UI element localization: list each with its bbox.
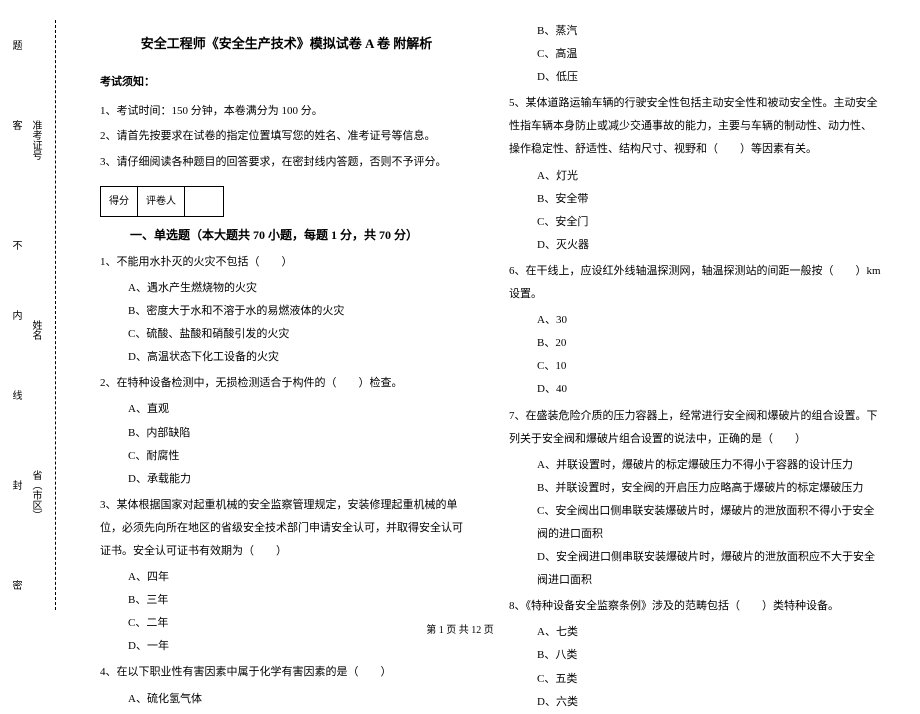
binding-dashed-line <box>55 20 56 610</box>
exam-title: 安全工程师《安全生产技术》模拟试卷 A 卷 附解析 <box>100 30 473 57</box>
content-columns: 安全工程师《安全生产技术》模拟试卷 A 卷 附解析 考试须知： 1、考试时间：1… <box>70 20 920 610</box>
option: A、灯光 <box>537 165 882 188</box>
question-8: 8、《特种设备安全监察条例》涉及的范畴包括（ ）类特种设备。 <box>509 595 882 618</box>
question-6: 6、在干线上，应设红外线轴温探测网，轴温探测站的间距一般按（ ）km 设置。 <box>509 260 882 306</box>
right-column: B、蒸汽 C、高温 D、低压 5、某体道路运输车辆的行驶安全性包括主动安全性和被… <box>491 20 900 610</box>
option: A、遇水产生燃烧物的火灾 <box>128 277 473 300</box>
option: C、安全阀出口侧串联安装爆破片时，爆破片的泄放面积不得小于安全阀的进口面积 <box>537 500 882 546</box>
option: B、密度大于水和不溶于水的易燃液体的火灾 <box>128 300 473 323</box>
option: D、40 <box>537 378 882 401</box>
option: B、安全带 <box>537 188 882 211</box>
option: D、承载能力 <box>128 468 473 491</box>
question-1: 1、不能用水扑灭的火灾不包括（ ） <box>100 251 473 274</box>
option: C、安全门 <box>537 211 882 234</box>
seal-char-ti: 题 <box>8 40 23 52</box>
option: C、高温 <box>537 43 882 66</box>
question-7: 7、在盛装危险介质的压力容器上，经常进行安全阀和爆破片的组合设置。下列关于安全阀… <box>509 405 882 451</box>
option: C、10 <box>537 355 882 378</box>
option: C、五类 <box>537 668 882 691</box>
option: D、安全阀进口侧串联安装爆破片时，爆破片的泄放面积应不大于安全阀进口面积 <box>537 546 882 592</box>
option: C、硫酸、盐酸和硝酸引发的火灾 <box>128 323 473 346</box>
binding-gutter: 密 封 线 内 不 客 题 省（市区） 姓名 准考证号 <box>0 20 70 610</box>
option: A、四年 <box>128 566 473 589</box>
seal-char-xian: 线 <box>8 390 23 402</box>
field-ticket: 准考证号 <box>28 120 43 160</box>
field-name: 姓名 <box>28 320 43 340</box>
section-1-heading: 一、单选题（本大题共 70 小题，每题 1 分，共 70 分） <box>130 223 418 248</box>
left-column: 安全工程师《安全生产技术》模拟试卷 A 卷 附解析 考试须知： 1、考试时间：1… <box>70 20 491 610</box>
score-label: 得分 <box>101 187 138 216</box>
seal-char-feng: 封 <box>8 480 23 492</box>
option: B、内部缺陷 <box>128 422 473 445</box>
option: A、直观 <box>128 398 473 421</box>
option: B、并联设置时，安全阀的开启压力应略高于爆破片的标定爆破压力 <box>537 477 882 500</box>
question-3: 3、某体根据国家对起重机械的安全监察管理规定，安装修理起重机械的单位，必须先向所… <box>100 494 473 563</box>
option: D、六类 <box>537 691 882 714</box>
notice-heading: 考试须知： <box>100 71 473 94</box>
score-blank <box>185 187 223 216</box>
question-4: 4、在以下职业性有害因素中属于化学有害因素的是（ ） <box>100 661 473 684</box>
option: C、耐腐性 <box>128 445 473 468</box>
score-box: 得分 评卷人 <box>100 186 224 217</box>
option: D、低压 <box>537 66 882 89</box>
option: D、一年 <box>128 635 473 658</box>
notice-item: 2、请首先按要求在试卷的指定位置填写您的姓名、准考证号等信息。 <box>100 125 473 148</box>
option: D、灭火器 <box>537 234 882 257</box>
grader-label: 评卷人 <box>138 187 185 216</box>
option: A、30 <box>537 309 882 332</box>
option: B、蒸汽 <box>537 20 882 43</box>
seal-char-ke: 客 <box>8 120 23 132</box>
notice-item: 3、请仔细阅读各种题目的回答要求，在密封线内答题，否则不予评分。 <box>100 151 473 174</box>
option: B、八类 <box>537 644 882 667</box>
seal-char-nei: 内 <box>8 310 23 322</box>
option: B、20 <box>537 332 882 355</box>
page-footer: 第 1 页 共 12 页 <box>0 621 920 636</box>
option: A、硫化氢气体 <box>128 688 473 711</box>
notice-item: 1、考试时间：150 分钟，本卷满分为 100 分。 <box>100 100 473 123</box>
question-2: 2、在特种设备检测中，无损检测适合于构件的（ ）检查。 <box>100 372 473 395</box>
seal-char-bu: 不 <box>8 240 23 252</box>
question-5: 5、某体道路运输车辆的行驶安全性包括主动安全性和被动安全性。主动安全性指车辆本身… <box>509 92 882 161</box>
field-province: 省（市区） <box>28 470 43 520</box>
seal-char-mi: 密 <box>8 580 23 592</box>
option: A、并联设置时，爆破片的标定爆破压力不得小于容器的设计压力 <box>537 454 882 477</box>
score-row: 得分 评卷人 一、单选题（本大题共 70 小题，每题 1 分，共 70 分） <box>100 176 473 248</box>
exam-page: 密 封 线 内 不 客 题 省（市区） 姓名 准考证号 安全工程师《安全生产技术… <box>0 0 920 610</box>
binding-labels: 密 封 线 内 不 客 题 省（市区） 姓名 准考证号 <box>0 20 55 610</box>
option: B、三年 <box>128 589 473 612</box>
option: D、高温状态下化工设备的火灾 <box>128 346 473 369</box>
